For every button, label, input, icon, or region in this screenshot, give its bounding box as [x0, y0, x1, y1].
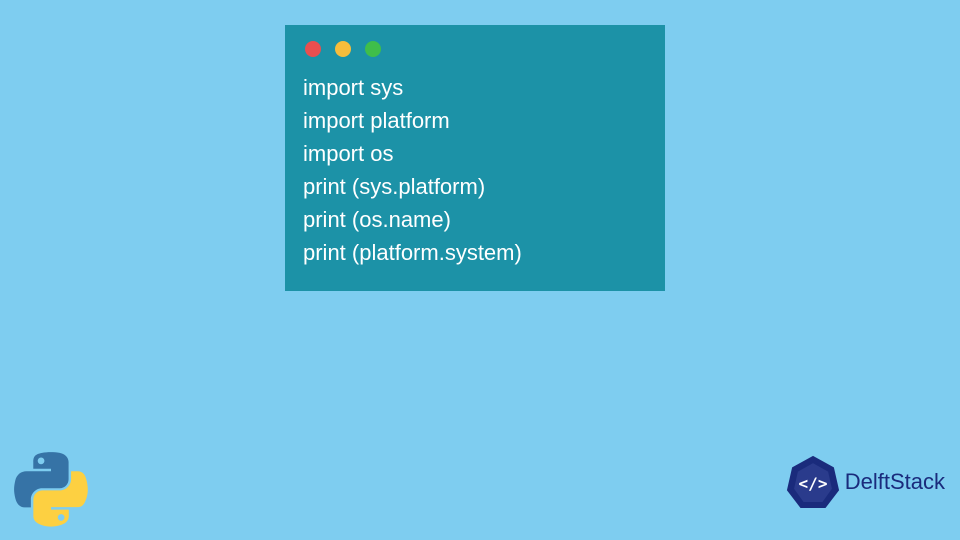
window-controls	[305, 41, 647, 57]
svg-text:</>: </>	[798, 474, 827, 493]
code-line: import platform	[303, 104, 647, 137]
code-line: print (platform.system)	[303, 236, 647, 269]
maximize-icon	[365, 41, 381, 57]
close-icon	[305, 41, 321, 57]
code-line: print (os.name)	[303, 203, 647, 236]
minimize-icon	[335, 41, 351, 57]
code-window: import sys import platform import os pri…	[285, 25, 665, 291]
code-line: import os	[303, 137, 647, 170]
python-logo-icon	[12, 450, 90, 528]
delftstack-branding: </> DelftStack	[785, 454, 945, 510]
branding-text: DelftStack	[845, 469, 945, 495]
code-line: import sys	[303, 71, 647, 104]
code-line: print (sys.platform)	[303, 170, 647, 203]
delftstack-badge-icon: </>	[785, 454, 841, 510]
